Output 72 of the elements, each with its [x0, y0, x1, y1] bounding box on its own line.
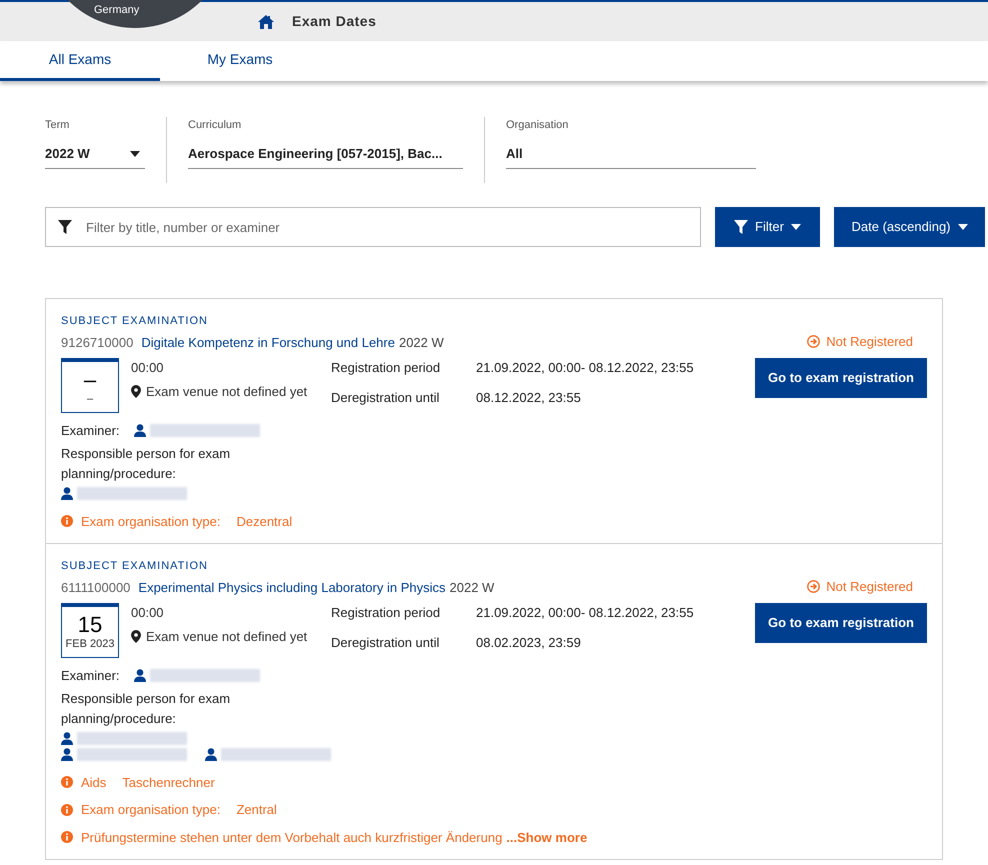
exam-number: 9126710000 [61, 334, 134, 352]
note-value: Taschenrechner [122, 774, 215, 792]
page-title: Exam Dates [292, 12, 376, 31]
filter-label: Organisation [506, 118, 570, 133]
home-icon[interactable] [258, 14, 274, 28]
venue-text: Exam venue not defined yet [146, 628, 308, 646]
info-icon [61, 515, 73, 528]
date-day: 15 [78, 613, 102, 637]
filter-field[interactable]: All [506, 139, 756, 169]
filter-icon [734, 220, 748, 234]
exam-registration-button[interactable]: Go to exam registration [755, 358, 927, 398]
exam-term: 2022 W [398, 334, 444, 350]
filter-icon [58, 220, 72, 234]
exam-type: SUBJECT EXAMINATION [61, 559, 209, 574]
search-field[interactable]: Filter by title, number or examiner [45, 207, 701, 247]
note-label: Exam organisation type: [81, 512, 220, 531]
term-dropdown[interactable]: 2022 W [45, 139, 145, 169]
status-text: Not Registered [826, 578, 913, 596]
deregistration-value: 08.02.2023, 23:59 [476, 634, 582, 652]
person-icon [134, 669, 146, 682]
exam-title-link[interactable]: Digitale Kompetenz in Forschung und Lehre [141, 334, 395, 350]
exam-time: 00:00 [131, 359, 165, 377]
sort-button[interactable]: Date (ascending) [834, 207, 985, 247]
examiner-label: Examiner: [61, 667, 120, 685]
registration-value: 21.09.2022, 00:00- 08.12.2022, 23:55 [476, 359, 694, 377]
deregistration-label: Deregistration until [331, 388, 440, 407]
deregistration-value: 08.12.2022, 23:55 [476, 388, 582, 406]
filter-button[interactable]: Filter [715, 207, 820, 247]
date-month: FEB 2023 [66, 637, 114, 651]
filter-label: Term [45, 118, 70, 133]
location-pin-icon [131, 630, 141, 643]
venue-text: Exam venue not defined yet [146, 382, 308, 401]
logo-text: Germany [94, 4, 140, 16]
info-icon [61, 804, 73, 816]
note-value: Dezentral [236, 512, 292, 530]
exam-registration-button[interactable]: Go to exam registration [755, 602, 927, 642]
date-month: – [86, 392, 94, 406]
caret-icon [790, 224, 801, 230]
note-label: Exam organisation type: [81, 801, 220, 819]
filter-label: Curriculum [188, 118, 242, 133]
responsible-label: Responsible person for exam planning/procedure: [61, 444, 232, 483]
note-text: Prüfungstermine stehen unter dem Vorbehalt auch kurzfristiger Änderung [81, 828, 502, 847]
date-day: – [84, 368, 96, 392]
arrow-circle-icon [807, 580, 820, 594]
arrow-circle-icon [807, 335, 820, 348]
exam-number: 6111100000 [61, 578, 130, 596]
person-icon [61, 748, 73, 760]
exam-title-link[interactable]: Experimental Physics including Laboratory in Physics [138, 580, 446, 594]
exam-term: 2022 W [450, 580, 494, 594]
info-icon [61, 776, 73, 788]
caret-icon [130, 150, 140, 156]
registration-label: Registration period [331, 359, 442, 377]
person-icon [61, 486, 73, 500]
person-icon [61, 732, 73, 744]
deregistration-label: Deregistration until [331, 634, 440, 652]
status-text: Not Registered [826, 333, 913, 351]
tab[interactable]: All Exams [0, 41, 160, 81]
registration-value: 21.09.2022, 00:00- 08.12.2022, 23:55 [476, 604, 694, 622]
note-value: Zentral [236, 801, 277, 819]
tab[interactable]: My Exams [160, 41, 320, 81]
location-pin-icon [131, 384, 141, 398]
caret-icon [958, 224, 968, 230]
person-icon [134, 424, 146, 438]
responsible-label: Responsible person for exam planning/procedure: [61, 690, 232, 728]
note-label: Aids [81, 774, 106, 792]
person-icon [205, 748, 217, 760]
exam-type: SUBJECT EXAMINATION [61, 314, 209, 329]
registration-label: Registration period [331, 604, 442, 622]
filter-field[interactable]: Aerospace Engineering [057-2015], Bac... [188, 139, 463, 169]
exam-time: 00:00 [131, 604, 165, 622]
examiner-label: Examiner: [61, 422, 120, 440]
info-icon [61, 831, 73, 844]
